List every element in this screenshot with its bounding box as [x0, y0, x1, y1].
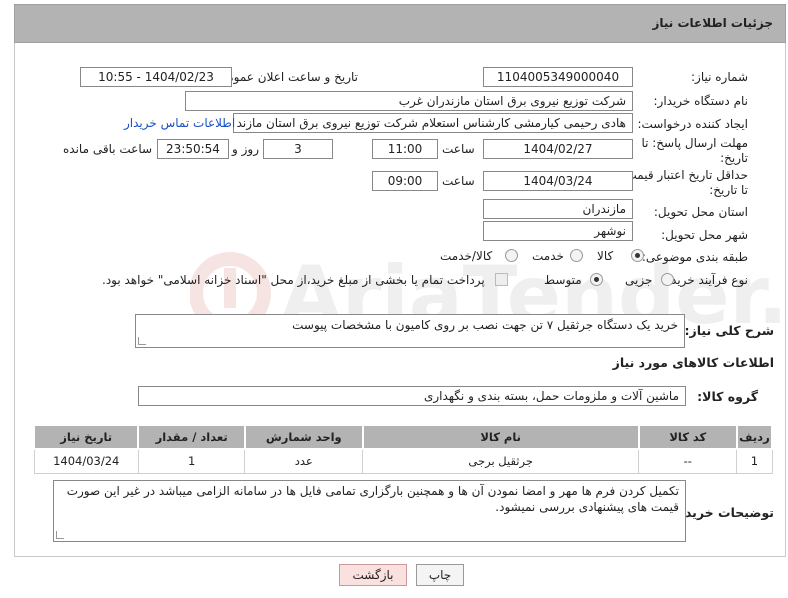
validity-date-label: تا تاریخ: — [709, 183, 748, 197]
description-textarea[interactable]: خرید یک دستگاه جرثقیل ۷ تن جهت نصب بر رو… — [135, 314, 685, 348]
deadline-label: مهلت ارسال پاسخ: تا — [641, 136, 748, 150]
resize-handle[interactable] — [56, 531, 64, 539]
col-row: ردیف — [735, 424, 774, 450]
announce-datetime-field[interactable]: 1404/02/23 - 10:55 — [80, 67, 232, 87]
cell-need-date: 1404/03/24 — [33, 448, 139, 474]
goods-table: ردیف کد کالا نام کالا واحد شمارش تعداد /… — [32, 424, 774, 474]
announce-label: تاریخ و ساعت اعلان عمومی: — [213, 70, 358, 84]
cell-code: -- — [638, 448, 738, 474]
creator-label: ایجاد کننده درخواست: — [637, 117, 748, 131]
goods-group-label: گروه کالا: — [697, 389, 758, 404]
deadline-time-label: ساعت — [442, 142, 475, 156]
city-field[interactable]: نوشهر — [483, 221, 633, 241]
cell-name: جرثقیل برجی — [362, 448, 640, 474]
col-unit: واحد شمارش — [243, 424, 364, 450]
panel-header: جزئیات اطلاعات نیاز — [14, 4, 786, 43]
cell-quantity: 1 — [137, 448, 246, 474]
category-radio-service[interactable] — [570, 249, 583, 262]
creator-field[interactable]: هادی رحیمی کیارمشی کارشناس استعلام شرکت … — [233, 113, 633, 133]
cell-unit: عدد — [244, 448, 364, 474]
buyer-notes-textarea[interactable]: تکمیل کردن فرم ها مهر و امضا نمودن آن ها… — [53, 480, 686, 542]
goods-group-field[interactable]: ماشین آلات و ملزومات حمل، بسته بندی و نگ… — [138, 386, 686, 406]
col-quantity: تعداد / مقدار — [137, 424, 246, 450]
process-option-minor: جزیی — [625, 273, 653, 287]
col-need-date: تاریخ نیاز — [32, 424, 140, 450]
contact-buyer-link[interactable]: اطلاعات تماس خریدار — [124, 116, 235, 130]
print-button[interactable]: چاپ — [416, 564, 464, 586]
category-radio-goods-service[interactable] — [505, 249, 518, 262]
deadline-date-label: تاریخ: — [720, 151, 748, 165]
col-code: کد کالا — [637, 424, 738, 450]
process-label: نوع فرآیند خرید : — [663, 273, 748, 287]
treasury-payment-checkbox[interactable] — [495, 273, 508, 286]
buyer-org-label: نام دستگاه خریدار: — [653, 94, 749, 108]
page-title: جزئیات اطلاعات نیاز — [652, 16, 773, 30]
days-label: روز و — [232, 142, 259, 156]
category-option-service: خدمت — [532, 249, 564, 263]
goods-section-title: اطلاعات کالاهای مورد نیاز — [612, 355, 774, 370]
buyer-notes-text: تکمیل کردن فرم ها مهر و امضا نمودن آن ها… — [66, 484, 679, 514]
buyer-org-field[interactable]: شرکت توزیع نیروی برق استان مازندران غرب — [185, 91, 633, 111]
table-row: 1 -- جرثقیل برجی عدد 1 1404/03/24 — [33, 448, 773, 474]
category-option-goods-service: کالا/خدمت — [440, 249, 493, 263]
process-option-medium: متوسط — [544, 273, 582, 287]
remaining-label: ساعت باقی مانده — [63, 142, 153, 156]
goods-table-header: ردیف کد کالا نام کالا واحد شمارش تعداد /… — [32, 424, 774, 450]
category-label: طبقه بندی موضوعی: — [641, 250, 748, 264]
validity-time-label: ساعت — [442, 174, 475, 188]
col-name: نام کالا — [361, 424, 640, 450]
deadline-time-field[interactable]: 11:00 — [372, 139, 438, 159]
description-label: شرح کلی نیاز: — [684, 323, 774, 338]
process-radio-minor[interactable] — [661, 273, 674, 286]
days-remaining-field[interactable]: 3 — [263, 139, 333, 159]
province-field[interactable]: مازندران — [483, 199, 633, 219]
payment-note: پرداخت تمام یا بخشی از مبلغ خرید،از محل … — [102, 273, 485, 287]
need-number-field[interactable]: 1104005349000040 — [483, 67, 633, 87]
remaining-time-field[interactable]: 23:50:54 — [157, 139, 229, 159]
category-option-goods: کالا — [597, 249, 614, 263]
cell-row: 1 — [736, 448, 773, 474]
province-label: استان محل تحویل: — [653, 205, 748, 219]
validity-label: حداقل تاریخ اعتبار قیمت: — [621, 168, 748, 182]
resize-handle[interactable] — [138, 337, 146, 345]
city-label: شهر محل تحویل: — [661, 228, 748, 242]
category-radio-goods[interactable] — [631, 249, 644, 262]
need-number-label: شماره نیاز: — [691, 70, 748, 84]
description-text: خرید یک دستگاه جرثقیل ۷ تن جهت نصب بر رو… — [292, 318, 678, 332]
deadline-date-field[interactable]: 1404/02/27 — [483, 139, 633, 159]
validity-time-field[interactable]: 09:00 — [372, 171, 438, 191]
validity-date-field[interactable]: 1404/03/24 — [483, 171, 633, 191]
back-button[interactable]: بازگشت — [339, 564, 407, 586]
process-radio-medium[interactable] — [590, 273, 603, 286]
